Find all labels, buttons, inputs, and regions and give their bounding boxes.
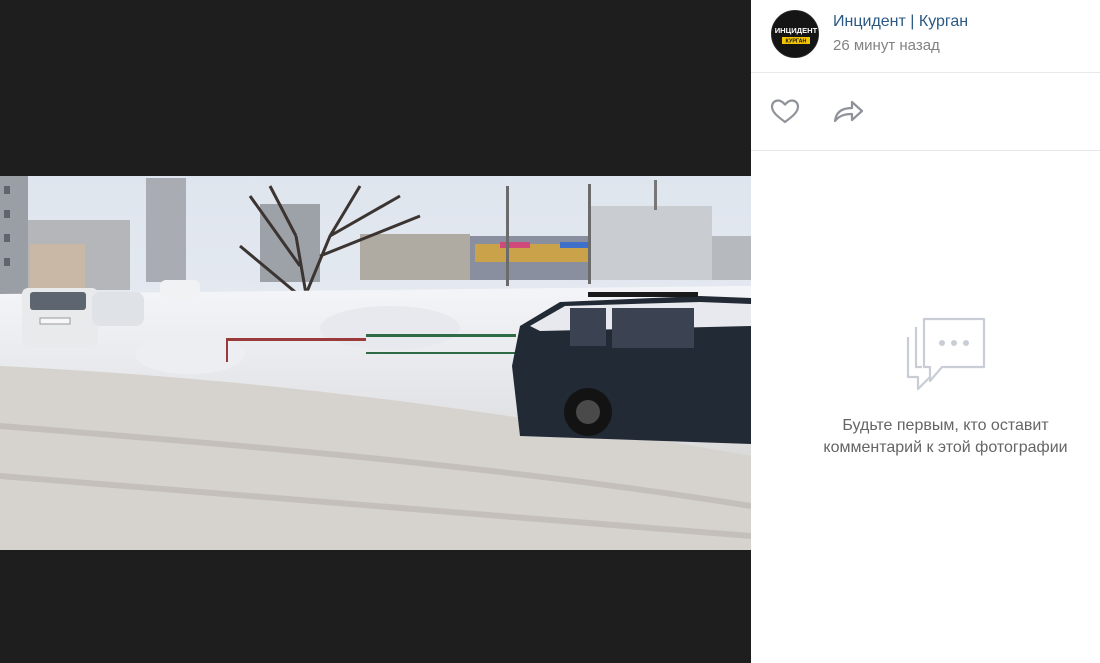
share-arrow-icon [833,100,864,123]
side-panel: ИНЦИДЕНТ КУРГАН Инцидент | Курган 26 мин… [751,0,1100,663]
empty-comments-text: Будьте первым, кто оставит комментарий к… [771,415,1100,459]
snowy-courtyard-photo [0,176,751,550]
author-name-link[interactable]: Инцидент | Курган [833,13,968,31]
svg-text:ИНЦИДЕНТ: ИНЦИДЕНТ [775,26,818,35]
avatar[interactable]: ИНЦИДЕНТ КУРГАН [771,10,819,58]
comment-bubbles-icon [904,317,986,391]
author-header: ИНЦИДЕНТ КУРГАН Инцидент | Курган 26 мин… [751,0,1100,73]
share-button[interactable] [831,95,865,129]
post-time[interactable]: 26 минут назад [833,37,940,54]
like-button[interactable] [768,95,802,129]
comments-empty-state: Будьте первым, кто оставит комментарий к… [751,151,1100,663]
photo-viewer [0,0,751,663]
empty-comments-line2: комментарий к этой фотографии [823,439,1068,456]
incident-kurgan-logo: ИНЦИДЕНТ КУРГАН [772,11,818,57]
actions-bar [751,73,1100,151]
heart-icon [770,99,800,124]
svg-text:КУРГАН: КУРГАН [786,39,807,45]
photo[interactable] [0,176,751,550]
empty-comments-line1: Будьте первым, кто оставит [842,417,1049,434]
